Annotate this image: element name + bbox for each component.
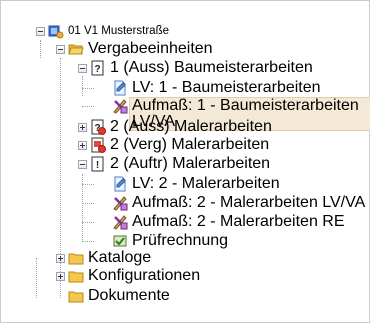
dokumente-label[interactable]: Dokumente bbox=[86, 288, 172, 304]
tree-line bbox=[82, 241, 94, 242]
tree-item-9-label[interactable]: Aufmaß: 2 - Malerarbeiten RE bbox=[130, 214, 347, 230]
item4-expand-toggle[interactable] bbox=[78, 123, 87, 132]
konfigurationen-label[interactable]: Konfigurationen bbox=[86, 268, 202, 284]
tree-item-1-label[interactable]: 1 (Auss) Baumeisterarbeiten bbox=[108, 60, 315, 76]
tree-item-6-label[interactable]: 2 (Auftr) Malerarbeiten bbox=[108, 156, 272, 172]
tree-line bbox=[36, 258, 37, 298]
tree-line bbox=[82, 88, 94, 89]
tree-root-label[interactable]: 01 V1 Musterstraße bbox=[66, 23, 171, 39]
folder-icon bbox=[68, 291, 84, 303]
lv-doc-icon bbox=[114, 80, 126, 96]
measure-tools-icon bbox=[113, 99, 128, 114]
folder-icon bbox=[68, 253, 84, 265]
award-doc-icon bbox=[91, 137, 106, 153]
kataloge-label[interactable]: Kataloge bbox=[86, 250, 153, 266]
svg-text:!: ! bbox=[96, 160, 99, 171]
folder-open-icon bbox=[68, 44, 84, 55]
tree-line bbox=[82, 76, 83, 96]
kataloge-expand-toggle[interactable] bbox=[56, 254, 65, 263]
item6-collapse-toggle[interactable] bbox=[78, 160, 87, 169]
question-doc-icon: ? bbox=[91, 60, 104, 76]
item1-collapse-toggle[interactable] bbox=[78, 64, 87, 73]
tree-item-10-label[interactable]: Prüfrechnung bbox=[130, 233, 230, 249]
svg-text:?: ? bbox=[94, 64, 100, 75]
tree-item-8-label[interactable]: Aufmaß: 2 - Malerarbeiten LV/VA bbox=[130, 195, 367, 211]
folder-icon bbox=[68, 271, 84, 283]
tree-line bbox=[82, 184, 94, 185]
invoice-check-icon bbox=[113, 235, 127, 247]
measure-tools-icon bbox=[113, 215, 128, 230]
tree-item-5-label[interactable]: 2 (Verg) Malerarbeiten bbox=[108, 137, 271, 153]
tree-line bbox=[82, 106, 94, 107]
root-collapse-toggle[interactable] bbox=[36, 27, 45, 36]
exclamation-doc-icon: ! bbox=[91, 156, 104, 172]
tree-line bbox=[82, 222, 94, 223]
tree-item-2-label[interactable]: LV: 1 - Baumeisterarbeiten bbox=[130, 80, 323, 96]
tree-line bbox=[40, 40, 41, 58]
lv-doc-icon bbox=[114, 176, 126, 192]
tree-line bbox=[82, 203, 94, 204]
item5-expand-toggle[interactable] bbox=[78, 141, 87, 150]
tree-item-4-label[interactable]: 2 (Auss) Malerarbeiten bbox=[108, 119, 274, 135]
project-icon bbox=[48, 25, 64, 39]
question-doc-red-icon: ? bbox=[91, 119, 106, 135]
vergabe-collapse-toggle[interactable] bbox=[56, 45, 65, 54]
tree-item-7-label[interactable]: LV: 2 - Malerarbeiten bbox=[130, 176, 282, 192]
vergabe-label[interactable]: Vergabeeinheiten bbox=[86, 41, 215, 57]
project-tree: 01 V1 Musterstraße Vergabeeinheiten ? 1 … bbox=[0, 0, 370, 323]
measure-tools-icon bbox=[113, 196, 128, 211]
konfigurationen-expand-toggle[interactable] bbox=[56, 272, 65, 281]
